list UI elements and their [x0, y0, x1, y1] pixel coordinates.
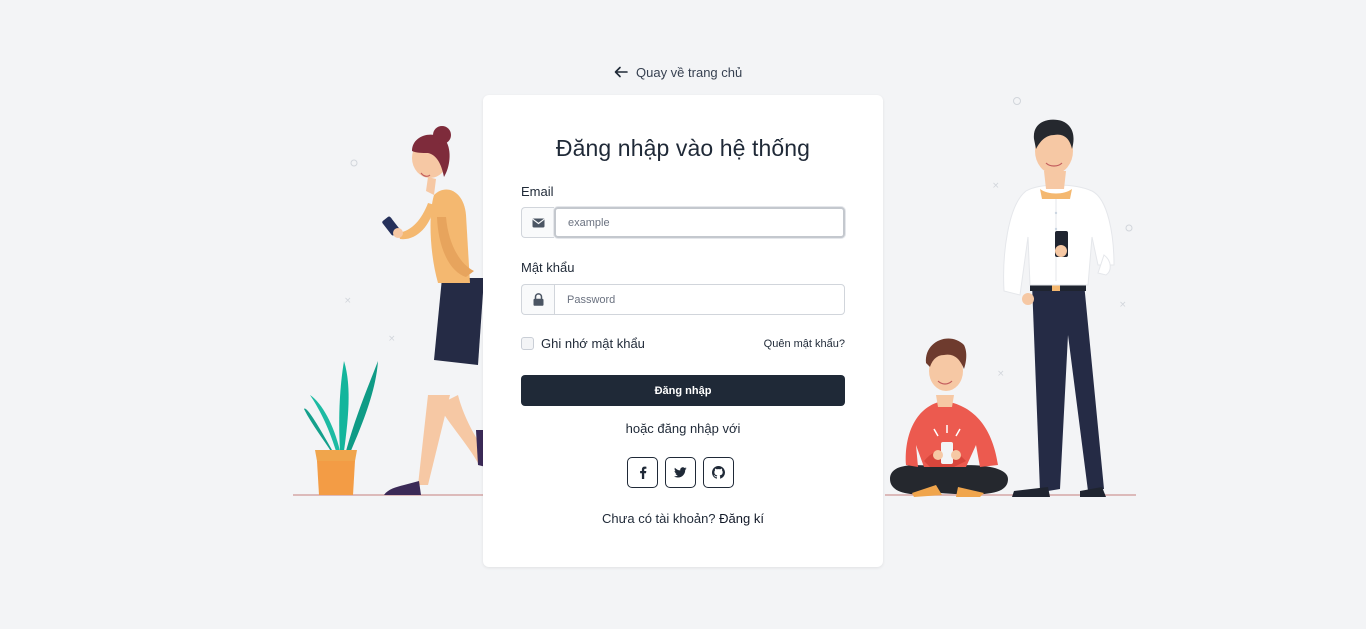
or-login-with-text: hoặc đăng nhập với — [625, 421, 741, 436]
remember-checkbox[interactable] — [521, 337, 534, 350]
social-login-group — [627, 457, 734, 488]
svg-text:×: × — [344, 296, 352, 306]
password-input-group — [521, 284, 845, 315]
envelope-icon — [531, 218, 545, 227]
svg-text:×: × — [992, 181, 1000, 191]
password-addon — [521, 284, 554, 315]
facebook-icon — [639, 466, 646, 479]
back-link-label: Quay về trang chủ — [636, 64, 743, 80]
remember-label: Ghi nhớ mật khẩu — [541, 336, 645, 351]
login-card: Đăng nhập vào hệ thống Email Mật khẩu Gh… — [483, 95, 883, 567]
back-to-home-link[interactable]: Quay về trang chủ — [614, 62, 742, 82]
email-label: Email — [521, 184, 554, 199]
signup-prompt: Chưa có tài khoản? — [602, 511, 716, 526]
page-title: Đăng nhập vào hệ thống — [555, 135, 811, 161]
github-login-button[interactable] — [703, 457, 734, 488]
remember-me[interactable]: Ghi nhớ mật khẩu — [521, 336, 645, 351]
twitter-icon — [674, 467, 687, 478]
signup-row: Chưa có tài khoản? Đăng kí — [483, 511, 883, 526]
lock-icon — [533, 293, 543, 306]
password-label: Mật khẩu — [521, 260, 575, 275]
email-addon — [521, 207, 554, 238]
email-input-group — [521, 207, 845, 238]
login-button[interactable]: Đăng nhập — [521, 375, 845, 406]
github-icon — [712, 466, 725, 479]
facebook-login-button[interactable] — [627, 457, 658, 488]
signup-link[interactable]: Đăng kí — [719, 511, 764, 526]
svg-text:×: × — [1119, 300, 1127, 310]
arrow-left-icon — [614, 66, 628, 78]
password-input[interactable] — [554, 284, 845, 315]
forgot-password-link[interactable]: Quên mật khẩu? — [764, 338, 845, 350]
woman-with-phone-illustration: × × × — [293, 126, 486, 496]
svg-text:×: × — [997, 369, 1005, 379]
email-input[interactable] — [554, 207, 845, 238]
men-with-phones-illustration: × × × — [885, 97, 1136, 497]
svg-text:×: × — [388, 334, 396, 344]
twitter-login-button[interactable] — [665, 457, 696, 488]
